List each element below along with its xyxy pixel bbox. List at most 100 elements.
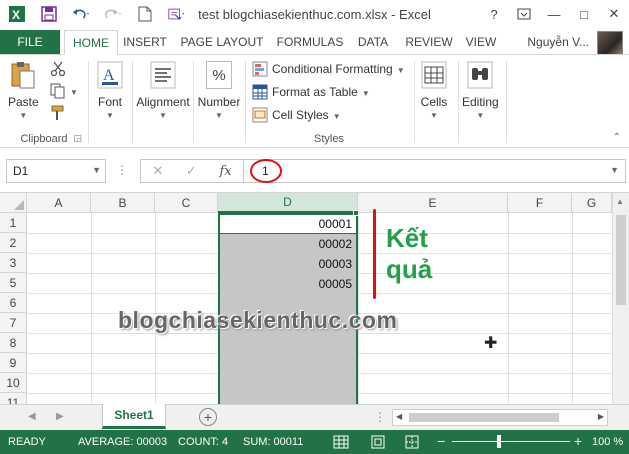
format-painter-button[interactable]	[50, 103, 66, 123]
cell-d2[interactable]: 00002	[218, 234, 356, 254]
horizontal-scroll-thumb[interactable]	[409, 413, 559, 422]
zoom-out-button[interactable]: −	[437, 433, 445, 449]
paste-button[interactable]: Paste ▼	[8, 61, 39, 120]
styles-group-label: Styles	[314, 133, 344, 145]
highlight-circle	[250, 159, 282, 183]
cell-styles-caret-icon: ▼	[332, 111, 341, 121]
ribbon-separator	[506, 61, 507, 143]
maximize-button[interactable]: □	[569, 0, 599, 28]
font-button[interactable]: A Font ▼	[96, 61, 124, 120]
name-box-dropdown-icon[interactable]: ▼	[92, 165, 101, 175]
annotation-bracket	[373, 209, 376, 299]
column-header-g[interactable]: G	[572, 193, 612, 213]
tab-split-grip-icon[interactable]: ⋮	[374, 410, 386, 424]
cell-styles-icon	[252, 107, 268, 123]
row-header-9[interactable]: 9	[0, 353, 27, 373]
alignment-button[interactable]: Alignment ▼	[134, 61, 192, 120]
ribbon-display-button[interactable]	[509, 0, 539, 28]
tab-review[interactable]: REVIEW	[402, 30, 456, 54]
row-header-2[interactable]: 2	[0, 233, 27, 253]
tab-page-layout[interactable]: PAGE LAYOUT	[178, 30, 266, 54]
cells-button[interactable]: Cells ▼	[420, 61, 448, 120]
status-sum[interactable]: SUM: 00011	[243, 436, 303, 448]
clipboard-group: Paste ▼ ▼ Clipboard ◲	[0, 55, 88, 149]
status-average[interactable]: AVERAGE: 00003	[78, 436, 167, 448]
percent-icon: %	[206, 61, 232, 89]
help-button[interactable]: ?	[479, 0, 509, 28]
zoom-slider[interactable]	[452, 441, 570, 442]
vertical-scrollbar[interactable]: ▲	[612, 193, 629, 404]
column-header-f[interactable]: F	[508, 193, 572, 213]
tab-file[interactable]: FILE	[0, 30, 60, 54]
ribbon-separator	[132, 61, 133, 143]
select-all-corner[interactable]	[0, 193, 27, 213]
binoculars-icon	[466, 61, 494, 89]
alignment-icon	[149, 61, 177, 89]
expand-formula-bar-icon[interactable]: ▼	[610, 165, 619, 175]
vertical-scroll-thumb[interactable]	[616, 215, 626, 305]
conditional-formatting-icon	[252, 61, 268, 77]
scroll-right-icon[interactable]: ▶	[598, 412, 604, 421]
sheet-prev-icon[interactable]: ◀	[28, 411, 36, 422]
ribbon-tab-row: FILE HOME INSERT PAGE LAYOUT FORMULAS DA…	[0, 30, 629, 57]
conditional-formatting-button[interactable]: Conditional Formatting ▼	[252, 59, 405, 79]
row-header-10[interactable]: 10	[0, 373, 27, 393]
row-header-11[interactable]: 11	[0, 393, 27, 404]
row-header-7[interactable]: 7	[0, 313, 27, 333]
tab-home[interactable]: HOME	[64, 30, 118, 55]
zoom-in-button[interactable]: +	[574, 433, 582, 449]
column-header-e[interactable]: E	[358, 193, 508, 213]
status-count[interactable]: COUNT: 4	[178, 436, 228, 448]
worksheet-grid[interactable]: A B C D E F G 1 2 3 5 6 7 8 9 10 11 0000…	[0, 192, 629, 404]
horizontal-scrollbar[interactable]: ◀ ▶	[392, 409, 608, 426]
column-header-b[interactable]: B	[91, 193, 155, 213]
format-as-table-label: Format as Table	[272, 85, 358, 99]
cell-d1[interactable]: 00001	[218, 214, 356, 234]
insert-function-icon[interactable]: fx	[219, 164, 231, 179]
tab-view[interactable]: VIEW	[462, 30, 500, 54]
editing-button[interactable]: Editing ▼	[462, 61, 499, 120]
confirm-entry-icon[interactable]: ✓	[186, 163, 197, 179]
collapse-ribbon-icon[interactable]: ⌃	[613, 132, 621, 143]
format-as-table-button[interactable]: Format as Table ▼	[252, 82, 370, 102]
column-header-c[interactable]: C	[155, 193, 218, 213]
row-header-8[interactable]: 8	[0, 333, 27, 353]
zoom-slider-thumb[interactable]	[497, 435, 501, 448]
title-bar: X test blogchiasekienthuc.com.xlsx - Exc…	[0, 0, 629, 30]
scroll-up-icon[interactable]: ▲	[616, 197, 624, 206]
cell-styles-button[interactable]: Cell Styles ▼	[252, 105, 341, 125]
page-layout-view-icon[interactable]	[370, 434, 386, 450]
formula-bar-grip-icon[interactable]: ⋮	[116, 163, 128, 177]
cell-d5[interactable]: 00005	[218, 274, 356, 294]
normal-view-icon[interactable]	[333, 434, 349, 450]
row-header-5[interactable]: 5	[0, 273, 27, 293]
number-button[interactable]: % Number ▼	[194, 61, 244, 120]
tab-data[interactable]: DATA	[352, 30, 394, 54]
ribbon-separator	[414, 61, 415, 143]
sheet-next-icon[interactable]: ▶	[56, 411, 64, 422]
clipboard-launcher-icon[interactable]: ◲	[73, 133, 82, 144]
styles-group: Conditional Formatting ▼ Format as Table…	[246, 55, 412, 149]
page-break-view-icon[interactable]	[404, 434, 420, 450]
column-header-d[interactable]: D	[218, 193, 358, 213]
tab-insert[interactable]: INSERT	[120, 30, 170, 54]
name-box[interactable]: D1 ▼	[6, 159, 106, 183]
add-sheet-button[interactable]: +	[199, 408, 217, 426]
copy-button[interactable]: ▼	[50, 81, 78, 101]
scroll-left-icon[interactable]: ◀	[396, 412, 402, 421]
minimize-button[interactable]: —	[539, 0, 569, 28]
zoom-level[interactable]: 100 %	[592, 436, 623, 448]
row-header-6[interactable]: 6	[0, 293, 27, 313]
cut-button[interactable]	[50, 59, 66, 79]
window-controls: ? — □ ✕	[479, 0, 629, 28]
user-name[interactable]: Nguyễn V...	[527, 35, 589, 49]
formula-input[interactable]: 1 ▼	[244, 159, 626, 183]
close-button[interactable]: ✕	[599, 0, 629, 28]
cancel-entry-icon[interactable]: ✕	[152, 163, 163, 179]
row-header-1[interactable]: 1	[0, 213, 27, 233]
tab-formulas[interactable]: FORMULAS	[274, 30, 346, 54]
row-header-3[interactable]: 3	[0, 253, 27, 273]
sheet-tab-sheet1[interactable]: Sheet1	[102, 404, 166, 429]
cell-d3[interactable]: 00003	[218, 254, 356, 274]
column-header-a[interactable]: A	[27, 193, 91, 213]
